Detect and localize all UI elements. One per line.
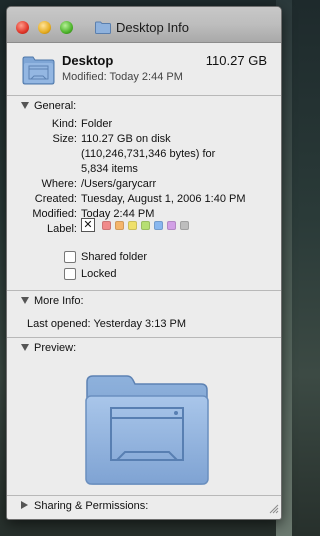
label-key: Label: — [47, 223, 77, 235]
item-summary: Desktop 110.27 GB Modified: Today 2:44 P… — [7, 43, 281, 96]
zoom-button[interactable] — [60, 21, 73, 34]
general-section: General: Kind: Folder Size: 110.27 GB on… — [7, 96, 281, 291]
general-heading: General: — [34, 100, 77, 112]
kind-key: Kind: — [51, 118, 77, 130]
shared-folder-label: Shared folder — [81, 251, 148, 263]
shared-folder-checkbox[interactable] — [64, 251, 76, 263]
resize-grip-icon[interactable] — [267, 502, 279, 514]
label-gray[interactable] — [180, 220, 189, 230]
locked-label: Locked — [81, 268, 117, 280]
label-none-button[interactable]: ✕ — [81, 218, 95, 232]
label-picker: ✕ — [81, 218, 193, 232]
desktop-folder-icon — [85, 375, 209, 485]
minimize-button[interactable] — [38, 21, 51, 34]
preview-disclosure[interactable]: Preview: — [7, 338, 281, 358]
desktop-folder-icon — [22, 56, 55, 85]
preview-section: Preview: — [7, 338, 281, 496]
label-orange[interactable] — [115, 220, 124, 230]
item-modified: Modified: Today 2:44 PM — [62, 71, 183, 83]
sharing-disclosure[interactable]: Sharing & Permissions: — [7, 496, 281, 516]
item-size: 110.27 GB — [205, 53, 267, 68]
title-bar[interactable]: Desktop Info — [7, 7, 281, 43]
size-value: 110.27 GB on disk — [81, 133, 171, 145]
window-title-text: Desktop Info — [116, 20, 189, 35]
label-blue[interactable] — [154, 220, 163, 230]
triangle-right-icon[interactable] — [21, 501, 28, 509]
sharing-heading: Sharing & Permissions: — [34, 500, 149, 512]
size-key: Size: — [52, 133, 77, 145]
last-opened: Last opened: Yesterday 3:13 PM — [27, 318, 187, 330]
created-key: Created: — [34, 193, 77, 205]
shared-folder-row[interactable]: Shared folder — [64, 251, 147, 263]
general-disclosure[interactable]: General: — [7, 96, 281, 116]
preview-heading: Preview: — [34, 342, 77, 354]
label-purple[interactable] — [167, 220, 176, 230]
info-window: Desktop Info Desktop 110.27 GB Modified:… — [6, 6, 282, 520]
locked-checkbox[interactable] — [64, 268, 76, 280]
more-info-section: More Info: Last opened: Yesterday 3:13 P… — [7, 291, 281, 338]
close-button[interactable] — [16, 21, 29, 34]
created-value: Tuesday, August 1, 2006 1:40 PM — [81, 193, 246, 205]
label-red[interactable] — [102, 220, 111, 230]
modified-key: Modified: — [32, 208, 77, 220]
label-green[interactable] — [141, 220, 150, 230]
where-key: Where: — [41, 178, 77, 190]
item-name: Desktop — [62, 53, 114, 68]
item-count-value: 5,834 items — [81, 163, 138, 175]
more-info-disclosure[interactable]: More Info: — [7, 291, 281, 311]
where-value: /Users/garycarr — [81, 178, 157, 190]
kind-value: Folder — [81, 118, 113, 130]
sharing-section: Sharing & Permissions: — [7, 496, 281, 516]
size-bytes-value: (110,246,731,346 bytes) for — [81, 148, 216, 160]
triangle-down-icon[interactable] — [21, 102, 29, 109]
window-title: Desktop Info — [95, 20, 189, 35]
triangle-down-icon[interactable] — [21, 344, 29, 351]
triangle-down-icon[interactable] — [21, 297, 29, 304]
folder-icon — [95, 21, 111, 34]
more-info-heading: More Info: — [34, 295, 84, 307]
label-yellow[interactable] — [128, 220, 137, 230]
locked-row[interactable]: Locked — [64, 268, 116, 280]
